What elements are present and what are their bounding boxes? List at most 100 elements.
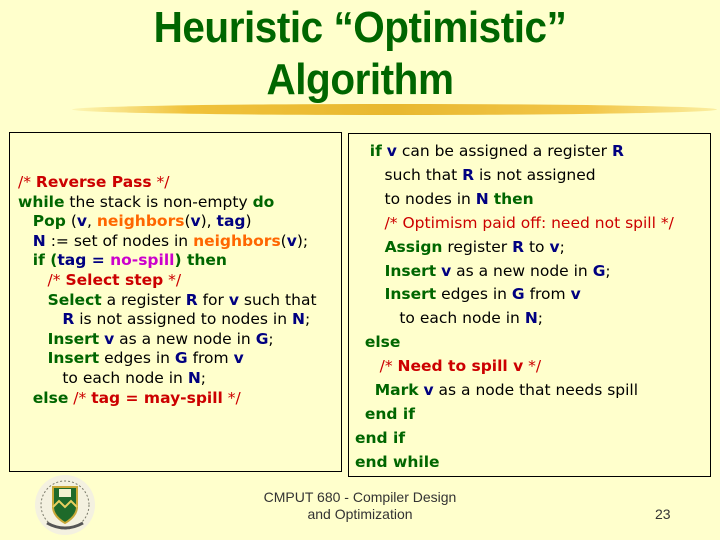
code-token: v [386, 142, 397, 160]
code-token: ; [605, 261, 611, 280]
code-token: ( [65, 212, 77, 231]
code-token: v [423, 381, 434, 400]
code-token: v [190, 212, 201, 231]
code-line: /* Need to spill v */ [355, 355, 674, 379]
code-token: v [228, 290, 239, 309]
code-token: Mark [374, 381, 419, 400]
code-line: Insert edges in G from v [18, 349, 317, 369]
code-token: N [187, 368, 201, 387]
code-token: */ [222, 388, 241, 407]
code-line: /* Optimism paid off: need not spill */ [355, 212, 674, 236]
code-token: to nodes in [355, 189, 476, 208]
code-token: G [592, 261, 606, 280]
code-line: Insert v as a new node in G; [18, 330, 317, 350]
code-token: N [475, 189, 489, 208]
code-line: end while [355, 451, 674, 475]
code-token: */ [151, 173, 170, 191]
code-token: Assign [384, 237, 443, 256]
code-line: to each node in N; [18, 369, 317, 389]
code-line: /* Select step */ [18, 271, 317, 291]
code-token: N [32, 231, 46, 250]
code-token: Insert [47, 349, 100, 368]
code-token: ), [200, 212, 217, 231]
code-token: edges in [99, 349, 175, 368]
code-token: such that [355, 165, 463, 184]
code-token: ) then [174, 251, 227, 270]
code-line: such that R is not assigned [355, 164, 674, 188]
code-token: Select step [65, 270, 164, 289]
code-token: G [255, 329, 269, 348]
code-line: Assign register R to v; [355, 236, 674, 260]
code-token: to [524, 237, 550, 256]
code-token: while [18, 192, 65, 211]
code-line: else /* tag = may-spill */ [18, 389, 317, 409]
code-token: R [512, 237, 525, 256]
code-token: R [185, 290, 198, 309]
code-token: ) [245, 212, 252, 231]
code-token: for [197, 290, 229, 309]
code-line: to each node in N; [355, 307, 674, 331]
code-line: Mark v as a node that needs spill [355, 379, 674, 403]
code-token: R [611, 142, 624, 160]
code-token: register [442, 237, 513, 256]
code-token: is not assigned [474, 165, 596, 184]
optimistic-select-code-box: if v can be assigned a register R such t… [348, 133, 711, 477]
code-line: Insert v as a new node in G; [355, 260, 674, 284]
footer-line-2: and Optimization [307, 506, 413, 522]
code-line: end if [355, 403, 674, 427]
code-token: from [524, 285, 571, 304]
code-token: as a new node in [451, 261, 593, 280]
code-token: can be assigned a register [396, 142, 612, 160]
code-token: /* [18, 173, 36, 191]
code-line: N := set of nodes in neighbors(v); [18, 232, 317, 252]
reverse-pass-code: /* Reverse Pass */while the stack is non… [18, 173, 317, 408]
code-token: /* [68, 388, 92, 407]
title-underline-brushstroke [72, 104, 717, 115]
reverse-pass-code-box: /* Reverse Pass */while the stack is non… [9, 132, 342, 472]
code-token: Reverse Pass [35, 173, 152, 191]
code-token: N [291, 310, 305, 329]
code-token: Need to spill v [397, 357, 524, 376]
code-line: Pop (v, neighbors(v), tag) [18, 212, 317, 232]
code-token: if ( [32, 251, 58, 270]
code-token: /* [355, 357, 398, 376]
code-token: v [286, 231, 297, 250]
code-token: if [369, 142, 382, 160]
title-line-1: Heuristic “Optimistic” [153, 3, 567, 52]
code-line: to nodes in N then [355, 188, 674, 212]
code-line: R is not assigned to nodes in N; [18, 310, 317, 330]
code-token: tag = may-spill [91, 388, 223, 407]
code-token: else [364, 333, 401, 352]
code-token: , [86, 212, 97, 231]
code-line: /* Reverse Pass */ [18, 173, 317, 193]
code-token: ; [537, 309, 544, 328]
code-token: as a node that needs spill [433, 381, 639, 400]
code-token: ); [296, 231, 309, 250]
code-line: Insert edges in G from v [355, 283, 674, 307]
code-token: neighbors [193, 231, 281, 250]
code-token: a register [101, 290, 186, 309]
code-token: is not assigned to nodes in [74, 310, 292, 329]
code-token: v [570, 285, 581, 304]
code-line: if v can be assigned a register R [355, 140, 674, 164]
code-token: N [524, 309, 538, 328]
code-token: else [32, 388, 69, 407]
code-token: do [252, 192, 275, 211]
code-token: to each node in [355, 309, 525, 328]
code-token: */ [523, 357, 542, 376]
optimistic-select-code: if v can be assigned a register R such t… [355, 140, 674, 475]
code-token: tag [216, 212, 246, 231]
code-line: end if [355, 427, 674, 451]
code-token: neighbors [96, 212, 185, 231]
slide-title: Heuristic “Optimistic” Algorithm [29, 2, 691, 106]
code-token: ; [200, 368, 207, 387]
